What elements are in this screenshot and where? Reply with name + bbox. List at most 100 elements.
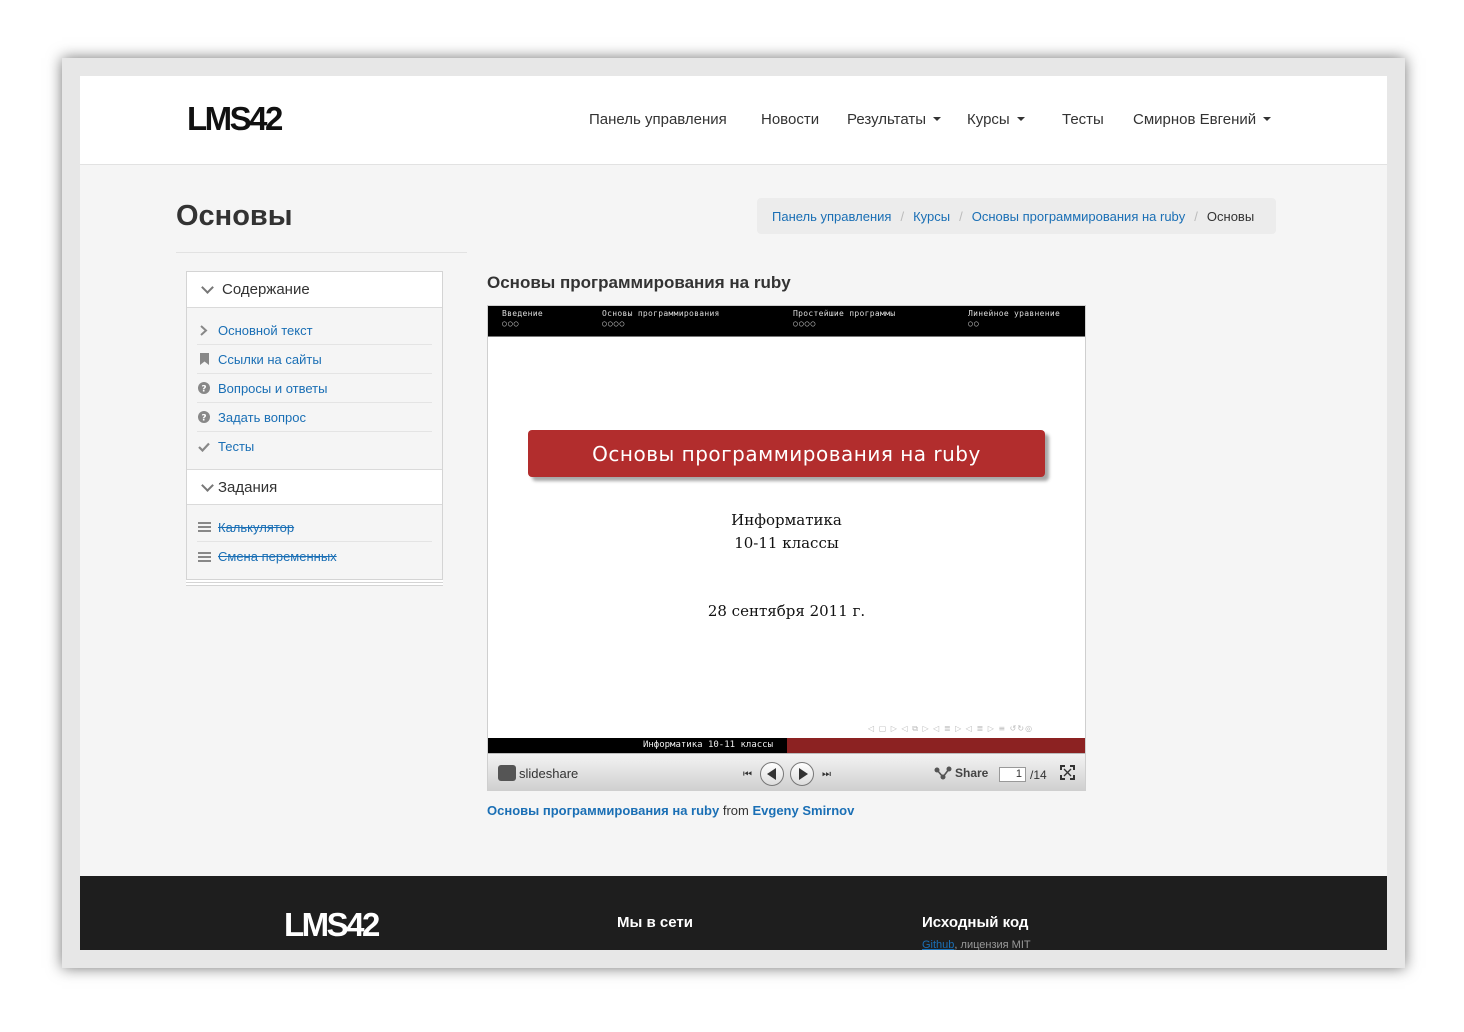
- sidebar-item-label[interactable]: Основной текст: [218, 323, 313, 338]
- site-footer: LMS42 Мы в сети Исходный код Github, лиц…: [80, 876, 1387, 950]
- nav-tests[interactable]: Тесты: [1062, 109, 1104, 129]
- sidebar-item-label[interactable]: Задать вопрос: [218, 410, 306, 425]
- chevron-down-icon: [201, 281, 214, 294]
- sidebar-item-ask[interactable]: ? Задать вопрос: [197, 403, 432, 432]
- caret-down-icon: [1016, 117, 1025, 121]
- tasks-icon: [197, 522, 211, 532]
- slideshare-embed[interactable]: Введение ○○○ Основы программирования ○○○○ …: [487, 305, 1086, 791]
- share-icon: [934, 766, 952, 780]
- slide-heading: Основы программирования на ruby: [592, 441, 981, 466]
- sidebar-item-qa[interactable]: ? Вопросы и ответы: [197, 374, 432, 403]
- nav-news-label: Новости: [761, 110, 820, 128]
- sidebar-contents-list: Основной текст Ссылки на сайты ? Вопросы…: [187, 308, 442, 469]
- arrow-left-icon: [766, 768, 776, 780]
- slide-section: Простейшие программы ○○○○: [793, 309, 895, 329]
- sidebar-item-main-text[interactable]: Основной текст: [197, 316, 432, 345]
- tasks-icon: [197, 551, 211, 562]
- sidebar-item-label[interactable]: Смена переменных: [218, 549, 337, 564]
- slideshare-logo[interactable]: slideshare: [498, 765, 578, 781]
- slideshare-credit: Основы программирования на ruby from Evg…: [487, 803, 854, 818]
- slide-section-dots: ○○○○: [793, 319, 817, 328]
- footer-source-title: Исходный код: [922, 914, 1029, 931]
- check-icon: [197, 442, 211, 452]
- sidebar-item-variables[interactable]: Смена переменных: [197, 542, 432, 571]
- slide-footer-bar: Информатика 10-11 классы: [488, 738, 1085, 753]
- window-frame: LMS42 Панель управления Новости Результа…: [62, 58, 1405, 968]
- nav-courses[interactable]: Курсы: [967, 109, 1025, 129]
- slide-section: Основы программирования ○○○○: [602, 309, 720, 329]
- nav-user-menu[interactable]: Смирнов Евгений: [1133, 109, 1272, 129]
- sidebar-item-label[interactable]: Тесты: [218, 439, 254, 454]
- github-link[interactable]: Github: [922, 939, 954, 950]
- nav-results-label: Результаты: [847, 110, 926, 128]
- credit-title-link[interactable]: Основы программирования на ruby: [487, 803, 719, 818]
- next-slide-button[interactable]: [790, 762, 814, 786]
- slideshare-player-bar: slideshare ⏮ ⏭ Share 1 /14: [488, 753, 1085, 790]
- footer-source-text: Github, лицензия MIT: [922, 939, 1031, 950]
- nav-user-label: Смирнов Евгений: [1133, 110, 1257, 128]
- slide-subject: Информатика: [731, 511, 842, 529]
- caret-down-icon: [933, 117, 941, 121]
- nav-news[interactable]: Новости: [761, 109, 819, 129]
- brand-logo[interactable]: LMS42: [187, 100, 283, 138]
- sidebar-item-tests[interactable]: Тесты: [197, 432, 432, 461]
- breadcrumb-course[interactable]: Основы программирования на ruby: [972, 209, 1186, 224]
- footer-social-title: Мы в сети: [617, 914, 693, 931]
- question-circle-icon: ?: [197, 411, 211, 423]
- nav-courses-label: Курсы: [967, 110, 1010, 128]
- breadcrumb-separator: /: [1194, 208, 1198, 224]
- slide-section-name: Введение: [502, 309, 543, 318]
- slide-section: Введение ○○○: [502, 309, 543, 329]
- content-title: Основы программирования на ruby: [487, 273, 791, 292]
- sidebar-item-label[interactable]: Ссылки на сайты: [218, 352, 322, 367]
- slide-section-name: Простейшие программы: [793, 309, 896, 318]
- sidebar-section-contents[interactable]: Содержание: [187, 272, 442, 308]
- slide-section-dots: ○○○: [502, 319, 520, 328]
- top-navbar: LMS42 Панель управления Новости Результа…: [80, 76, 1387, 165]
- page-number-input[interactable]: 1: [999, 767, 1026, 782]
- sidebar-item-links[interactable]: Ссылки на сайты: [197, 345, 432, 374]
- slide-section-name: Линейное уравнение: [968, 309, 1061, 318]
- chevron-right-icon: [197, 324, 211, 336]
- breadcrumb-dashboard[interactable]: Панель управления: [772, 209, 891, 224]
- breadcrumb-separator: /: [900, 208, 905, 224]
- svg-text:?: ?: [201, 414, 206, 424]
- slide-footer-accent: [787, 738, 1085, 753]
- credit-from: from: [722, 803, 749, 818]
- nav-dashboard-label: Панель управления: [589, 110, 727, 128]
- sidebar-section-tasks[interactable]: Задания: [187, 469, 442, 505]
- svg-text:?: ?: [201, 385, 206, 395]
- slide-top-divider: [488, 336, 1085, 337]
- question-circle-icon: ?: [197, 382, 211, 394]
- caret-down-icon: [1263, 117, 1272, 121]
- slide-date: 28 сентября 2011 г.: [707, 602, 866, 620]
- share-button[interactable]: Share: [934, 766, 988, 780]
- prev-slide-button[interactable]: [760, 762, 784, 786]
- page-viewport: LMS42 Панель управления Новости Результа…: [80, 76, 1387, 950]
- sidebar-panel: Содержание Основной текст Ссылки на сайт…: [186, 271, 443, 580]
- fullscreen-icon[interactable]: [1060, 765, 1075, 784]
- sidebar-item-label[interactable]: Вопросы и ответы: [218, 381, 327, 396]
- slide-section-bar: Введение ○○○ Основы программирования ○○○○ …: [488, 306, 1085, 336]
- slide-grade: 10-11 классы: [734, 534, 839, 552]
- sidebar-section-title: Содержание: [222, 281, 310, 298]
- credit-author-link[interactable]: Evgeny Smirnov: [752, 803, 854, 818]
- nav-tests-label: Тесты: [1062, 110, 1104, 128]
- sidebar-section-title: Задания: [218, 478, 278, 496]
- slide-section-dots: ○○○○: [602, 319, 626, 328]
- breadcrumb: Панель управления / Курсы / Основы прогр…: [757, 198, 1276, 234]
- slide-section-name: Основы программирования: [602, 309, 720, 318]
- breadcrumb-courses[interactable]: Курсы: [913, 209, 950, 224]
- breadcrumb-current: Основы: [1206, 208, 1255, 224]
- first-slide-icon[interactable]: ⏮: [743, 769, 752, 780]
- nav-results[interactable]: Результаты: [847, 109, 941, 129]
- slide-heading-box: Основы программирования на ruby: [528, 430, 1045, 477]
- slide-footer-text: Информатика 10-11 классы: [488, 738, 787, 753]
- sidebar-item-calculator[interactable]: Калькулятор: [197, 513, 432, 542]
- bookmark-icon: [197, 353, 211, 365]
- sidebar-item-label[interactable]: Калькулятор: [218, 520, 294, 535]
- last-slide-icon[interactable]: ⏭: [822, 769, 831, 780]
- nav-dashboard[interactable]: Панель управления: [589, 109, 727, 129]
- arrow-right-icon: [798, 768, 808, 780]
- footer-license: , лицензия MIT: [954, 939, 1031, 950]
